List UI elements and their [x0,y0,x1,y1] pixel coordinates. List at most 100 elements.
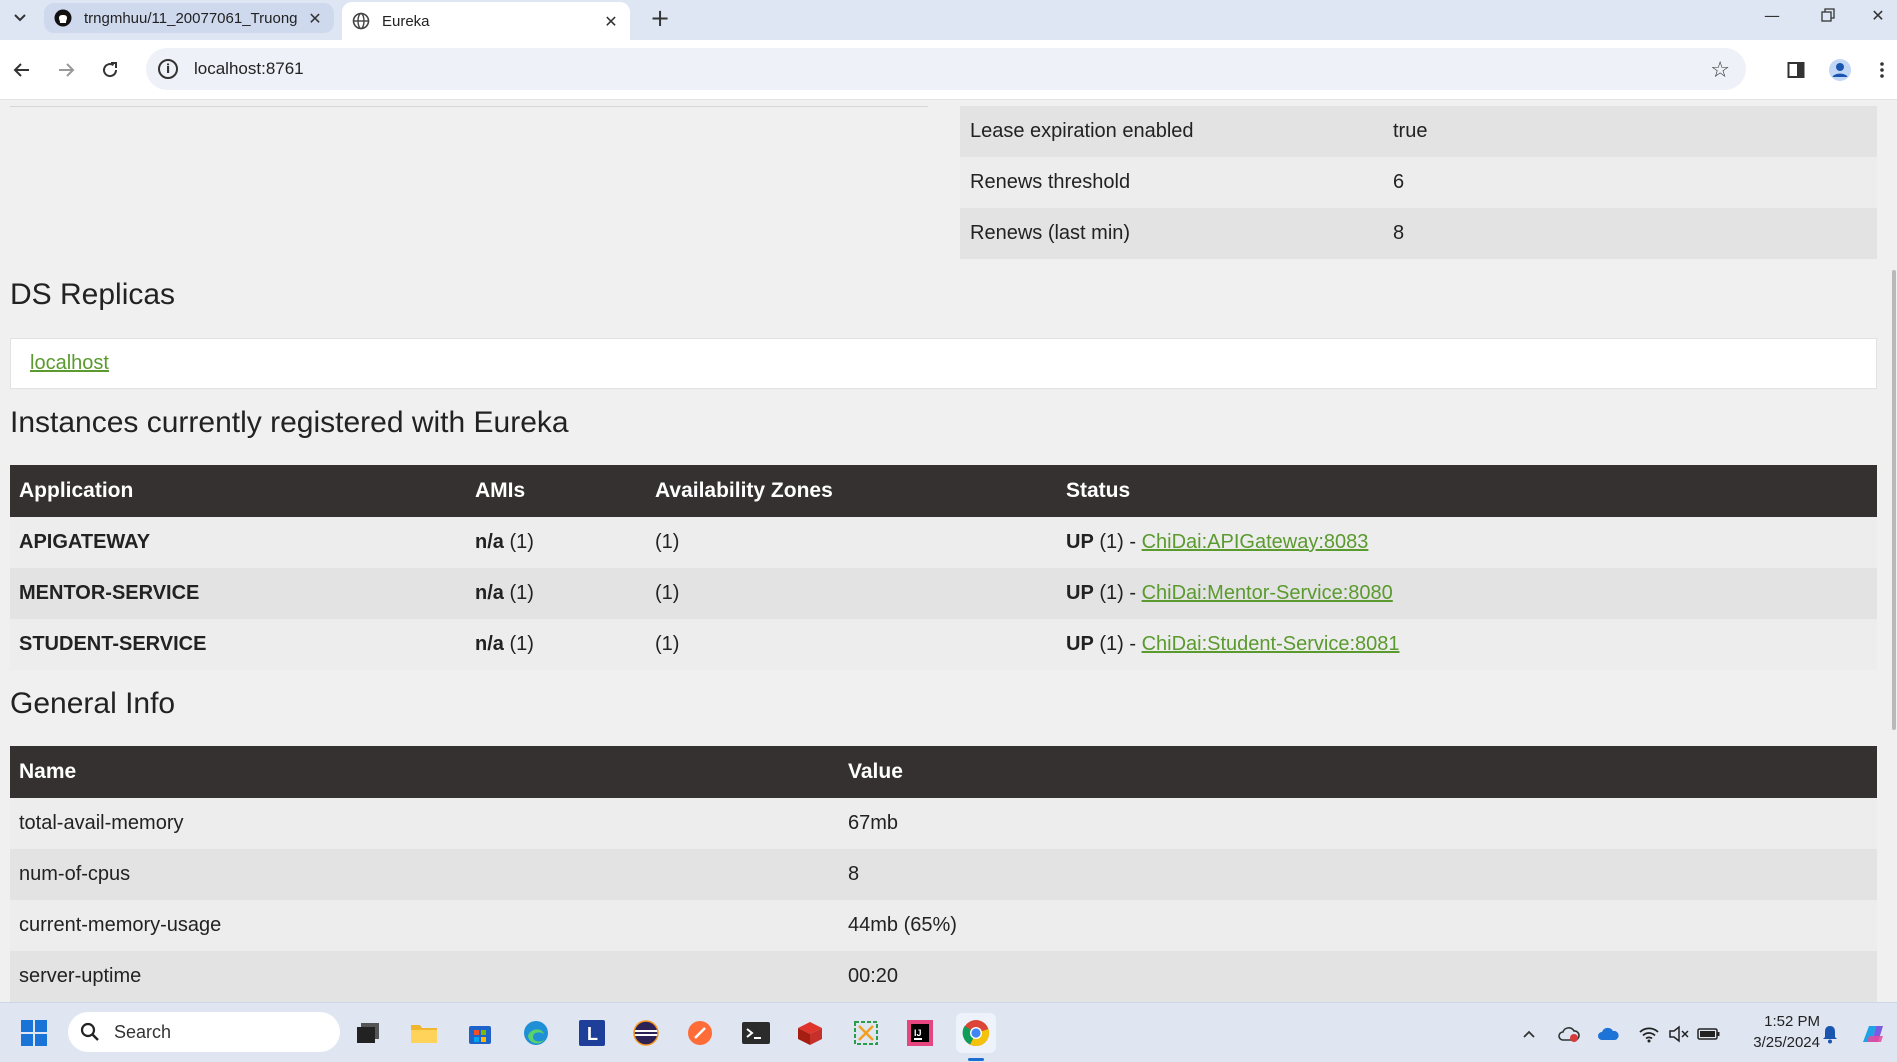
reload-icon [103,62,118,78]
lease-value: true [1383,106,1877,157]
zones-cell: (1) [646,568,1057,619]
status-count: (1) - [1093,582,1142,604]
info-value: 67mb [839,798,1877,849]
status-up: UP [1066,582,1094,604]
svg-text:IJ: IJ [914,1028,922,1038]
info-name: server-uptime [10,951,839,1002]
tab-eureka[interactable]: Eureka ✕ [342,2,630,40]
table-row: STUDENT-SERVICE n/a (1) (1) UP (1) - Chi… [10,619,1877,670]
column-header: Value [839,746,1877,798]
more-menu-icon[interactable] [1872,56,1892,84]
onedrive-icon[interactable] [1594,1021,1624,1047]
chevron-up-icon[interactable] [1514,1021,1544,1047]
start-button[interactable] [14,1013,54,1053]
status-count: (1) - [1093,531,1142,553]
terminal-icon[interactable] [736,1013,776,1053]
lease-key: Lease expiration enabled [960,106,1383,157]
redis-icon[interactable] [790,1013,830,1053]
notification-bell-icon[interactable] [1815,1021,1845,1047]
clock-date: 3/25/2024 [1753,1034,1820,1051]
table-row: num-of-cpus 8 [10,849,1877,900]
cloud-sync-icon[interactable] [1554,1021,1584,1047]
postman-icon[interactable] [680,1013,720,1053]
tab-title: Eureka [382,12,430,30]
tab-title: trngmhuu/11_20077061_Truong [84,9,298,27]
wifi-icon[interactable] [1634,1021,1664,1047]
replica-link[interactable]: localhost [30,352,109,375]
url-text[interactable]: localhost:8761 [194,59,304,79]
snipping-tool-icon[interactable] [846,1013,886,1053]
profile-avatar-icon[interactable] [1826,56,1854,84]
reload-button[interactable] [94,54,126,86]
close-tab-icon[interactable]: ✕ [602,12,620,31]
ami-value: n/a [475,531,504,553]
info-name: current-memory-usage [10,900,839,951]
lease-value: 8 [1383,208,1877,259]
bookmark-star-icon[interactable]: ☆ [1710,58,1730,83]
lease-info-table: Lease expiration enabled true Renews thr… [960,106,1877,259]
l-app-icon[interactable]: L [572,1013,612,1053]
copilot-icon[interactable] [1858,1021,1888,1047]
site-info-icon[interactable]: i [158,59,178,79]
table-row: current-memory-usage 44mb (65%) [10,900,1877,951]
edge-icon[interactable] [516,1013,556,1053]
task-view-icon[interactable] [348,1013,388,1053]
instance-link[interactable]: ChiDai:APIGateway:8083 [1142,531,1369,553]
arrow-right-icon [59,63,75,77]
restore-button[interactable] [1806,0,1850,30]
amis-cell: n/a (1) [466,568,646,619]
browser-toolbar: i localhost:8761 ☆ [0,40,1897,100]
chrome-icon[interactable] [956,1013,996,1053]
battery-icon[interactable] [1694,1021,1724,1047]
tab-search-button[interactable] [8,6,32,30]
eclipse-icon[interactable] [626,1013,666,1053]
table-row: total-avail-memory 67mb [10,798,1877,849]
ami-count: (1) [503,582,534,604]
restore-icon [1821,8,1835,22]
info-value: 00:20 [839,951,1877,1002]
column-header: Availability Zones [646,465,1057,517]
github-icon [54,9,72,27]
tab-strip: trngmhuu/11_20077061_Truong ✕ Eureka ✕ +… [0,0,1897,40]
taskbar: Search L IJ 1:52 PM 3/25/2024 [0,1002,1897,1062]
windows-logo-icon [21,1020,47,1046]
address-bar[interactable]: i localhost:8761 ☆ [146,48,1746,90]
application-name: APIGATEWAY [10,517,466,568]
ami-value: n/a [475,633,504,655]
minimize-button[interactable]: — [1750,0,1794,30]
side-panel-icon[interactable] [1782,56,1810,84]
general-info-heading: General Info [10,687,176,720]
table-header-row: Application AMIs Availability Zones Stat… [10,465,1877,517]
intellij-icon[interactable]: IJ [900,1013,940,1053]
table-row: Renews (last min) 8 [960,208,1877,259]
scrollbar-thumb[interactable] [1892,270,1896,730]
taskbar-search[interactable]: Search [68,1012,340,1052]
active-app-indicator [968,1058,984,1061]
info-value: 8 [839,849,1877,900]
file-explorer-icon[interactable] [404,1013,444,1053]
instance-link[interactable]: ChiDai:Student-Service:8081 [1142,633,1400,655]
speaker-muted-icon[interactable] [1664,1021,1694,1047]
clock-time: 1:52 PM [1764,1013,1820,1030]
status-cell: UP (1) - ChiDai:Student-Service:8081 [1057,619,1877,670]
replicas-list: localhost [10,338,1877,389]
close-window-button[interactable]: ✕ [1856,0,1897,30]
ami-value: n/a [475,582,504,604]
back-button[interactable] [6,54,38,86]
svg-text:L: L [587,1024,598,1044]
new-tab-button[interactable]: + [646,4,674,32]
forward-button[interactable] [50,54,82,86]
status-cell: UP (1) - ChiDai:Mentor-Service:8080 [1057,568,1877,619]
table-row: Lease expiration enabled true [960,106,1877,157]
table-header-row: Name Value [10,746,1877,798]
status-count: (1) - [1093,633,1142,655]
info-name: total-avail-memory [10,798,839,849]
store-icon[interactable] [460,1013,500,1053]
instance-link[interactable]: ChiDai:Mentor-Service:8080 [1142,582,1393,604]
system-clock[interactable]: 1:52 PM 3/25/2024 [1730,1011,1820,1053]
eureka-dashboard: Lease expiration enabled true Renews thr… [0,100,1897,1002]
page-scrollbar[interactable] [1891,100,1897,1002]
column-header: Name [10,746,839,798]
tab-github[interactable]: trngmhuu/11_20077061_Truong ✕ [44,3,334,33]
close-tab-icon[interactable]: ✕ [306,9,324,28]
